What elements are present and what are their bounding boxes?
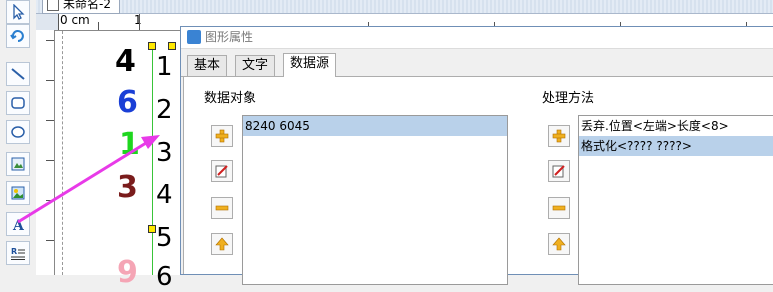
processing-method-label: 处理方法	[542, 91, 595, 106]
edit-data-object-button[interactable]	[211, 160, 233, 182]
dialog-title: 图形属性	[205, 30, 254, 44]
ruler-tick	[46, 240, 54, 241]
left-toolbar: A R	[0, 0, 37, 275]
ruler-mark-label: 1	[134, 13, 142, 27]
text-icon[interactable]: A	[6, 212, 30, 236]
ruler-tick	[46, 200, 54, 201]
rounded-rect-icon[interactable]	[6, 91, 30, 115]
column-value[interactable]: 6	[156, 264, 173, 290]
resize-handle[interactable]	[148, 225, 156, 233]
dialog-titlebar[interactable]: 图形属性	[181, 27, 773, 49]
column-value[interactable]: 1	[156, 54, 173, 80]
move-up-data-object-button[interactable]	[211, 233, 233, 255]
column-value[interactable]: 3	[156, 140, 173, 166]
processing-method-list[interactable]: 丢弃.位置<左端>长度<8> 格式化<???? ????>	[578, 115, 773, 285]
column-value[interactable]: 4	[156, 182, 173, 208]
dialog-app-icon	[187, 30, 201, 44]
column-value[interactable]: 5	[156, 225, 173, 251]
data-source-panel: 数据对象 处理方法 8240 6045 丢弃.位置<左端>长度<8> 格式化<?…	[183, 77, 773, 285]
ruler-corner	[36, 14, 59, 31]
remove-processing-button[interactable]	[548, 197, 570, 219]
image-icon[interactable]	[6, 152, 30, 176]
vertical-ruler	[36, 30, 55, 275]
line-icon[interactable]	[6, 62, 30, 86]
document-tab[interactable]: 未命名-2	[42, 0, 120, 14]
ruler-tick	[139, 14, 140, 30]
edit-processing-button[interactable]	[548, 160, 570, 182]
ruler-tick	[58, 14, 59, 30]
document-tab-label: 未命名-2	[63, 0, 111, 11]
column-value[interactable]: 2	[156, 97, 173, 123]
picture-icon[interactable]	[6, 181, 30, 205]
shape-properties-dialog: 图形属性 基本 文字 数据源 数据对象 处理方法 8240 6045 丢弃.位置…	[180, 26, 773, 285]
add-data-object-button[interactable]	[211, 125, 233, 147]
list-item[interactable]: 格式化<???? ????>	[579, 136, 773, 156]
svg-text:R: R	[11, 247, 17, 256]
rich-text-icon[interactable]: R	[6, 241, 30, 265]
svg-text:A: A	[12, 218, 25, 232]
document-tab-checkbox[interactable]	[47, 0, 59, 11]
ruler-tick	[46, 40, 54, 41]
data-object-list[interactable]: 8240 6045	[242, 115, 508, 285]
selected-text-bounds	[152, 46, 153, 275]
ruler-unit-label: 0 cm	[60, 13, 90, 27]
dialog-tab-bar: 基本 文字 数据源	[181, 53, 773, 77]
ellipse-icon[interactable]	[6, 120, 30, 144]
list-item[interactable]: 8240 6045	[243, 116, 507, 136]
tab-basic[interactable]: 基本	[187, 55, 228, 76]
canvas-text-item[interactable]: 3	[117, 173, 138, 203]
canvas-text-item[interactable]: 9	[117, 258, 138, 288]
data-object-label: 数据对象	[204, 91, 257, 106]
canvas-text-item[interactable]: 1	[119, 130, 140, 160]
ruler-tick	[46, 80, 54, 81]
ruler-tick	[46, 160, 54, 161]
remove-data-object-button[interactable]	[211, 197, 233, 219]
move-up-processing-button[interactable]	[548, 233, 570, 255]
add-processing-button[interactable]	[548, 125, 570, 147]
ruler-tick	[46, 120, 54, 121]
canvas-text-item[interactable]: 4	[115, 47, 136, 77]
tab-data-source[interactable]: 数据源	[283, 53, 337, 77]
resize-handle[interactable]	[168, 42, 176, 50]
list-item[interactable]: 丢弃.位置<左端>长度<8>	[579, 116, 773, 136]
page-margin-guide	[62, 31, 63, 275]
rotate-icon[interactable]	[6, 24, 30, 48]
document-tab-strip: 未命名-2	[36, 0, 773, 14]
resize-handle[interactable]	[148, 42, 156, 50]
canvas-text-item[interactable]: 6	[117, 88, 138, 118]
ruler-tick	[98, 22, 99, 30]
pointer-icon[interactable]	[6, 0, 30, 24]
tab-text[interactable]: 文字	[235, 55, 276, 76]
